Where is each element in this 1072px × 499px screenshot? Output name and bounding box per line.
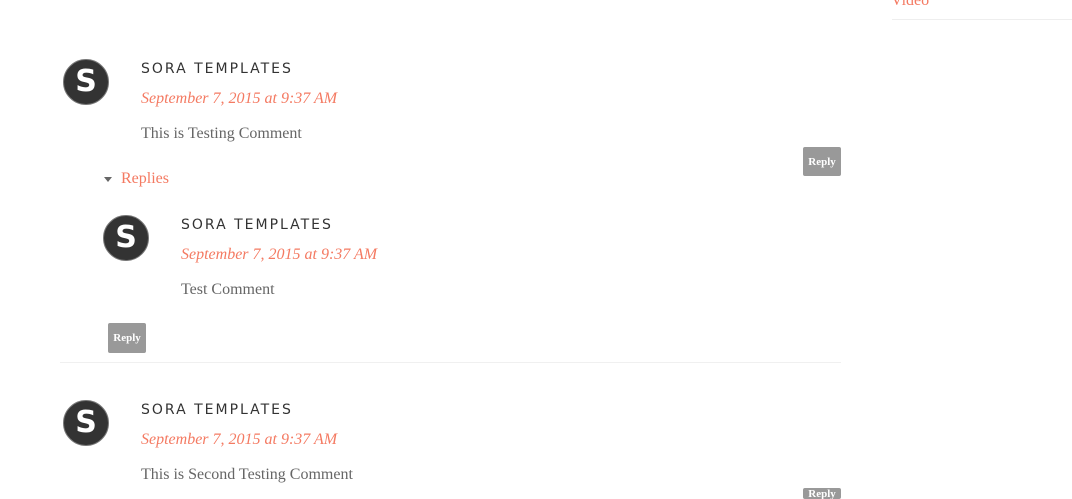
sidebar-divider (892, 19, 1072, 20)
comment-author[interactable]: SORA TEMPLATES (141, 61, 293, 77)
avatar[interactable]: S (63, 59, 109, 105)
avatar-letter: S (75, 63, 97, 99)
comment-timestamp[interactable]: September 7, 2015 at 9:37 AM (141, 431, 337, 449)
comment-timestamp[interactable]: September 7, 2015 at 9:37 AM (141, 90, 337, 108)
comment-timestamp[interactable]: September 7, 2015 at 9:37 AM (181, 246, 377, 264)
reply-button[interactable]: Reply (108, 323, 146, 353)
comment-author[interactable]: SORA TEMPLATES (141, 402, 293, 418)
thread-divider (60, 362, 841, 363)
avatar[interactable]: S (63, 400, 109, 446)
reply-button[interactable]: Reply (803, 147, 841, 176)
comment-text: Test Comment (181, 281, 275, 298)
replies-toggle[interactable]: Replies (104, 170, 169, 188)
comment-text: This is Second Testing Comment (141, 466, 353, 483)
caret-down-icon (104, 176, 112, 182)
avatar[interactable]: S (103, 215, 149, 261)
avatar-letter: S (115, 219, 137, 255)
sidebar-link-video[interactable]: Video (891, 0, 929, 9)
avatar-letter: S (75, 404, 97, 440)
comment-author[interactable]: SORA TEMPLATES (181, 217, 333, 233)
reply-button[interactable]: Reply (803, 488, 841, 499)
page: Video S SORA TEMPLATES September 7, 2015… (0, 0, 1072, 499)
comment-text: This is Testing Comment (141, 125, 302, 142)
replies-label: Replies (121, 170, 169, 187)
